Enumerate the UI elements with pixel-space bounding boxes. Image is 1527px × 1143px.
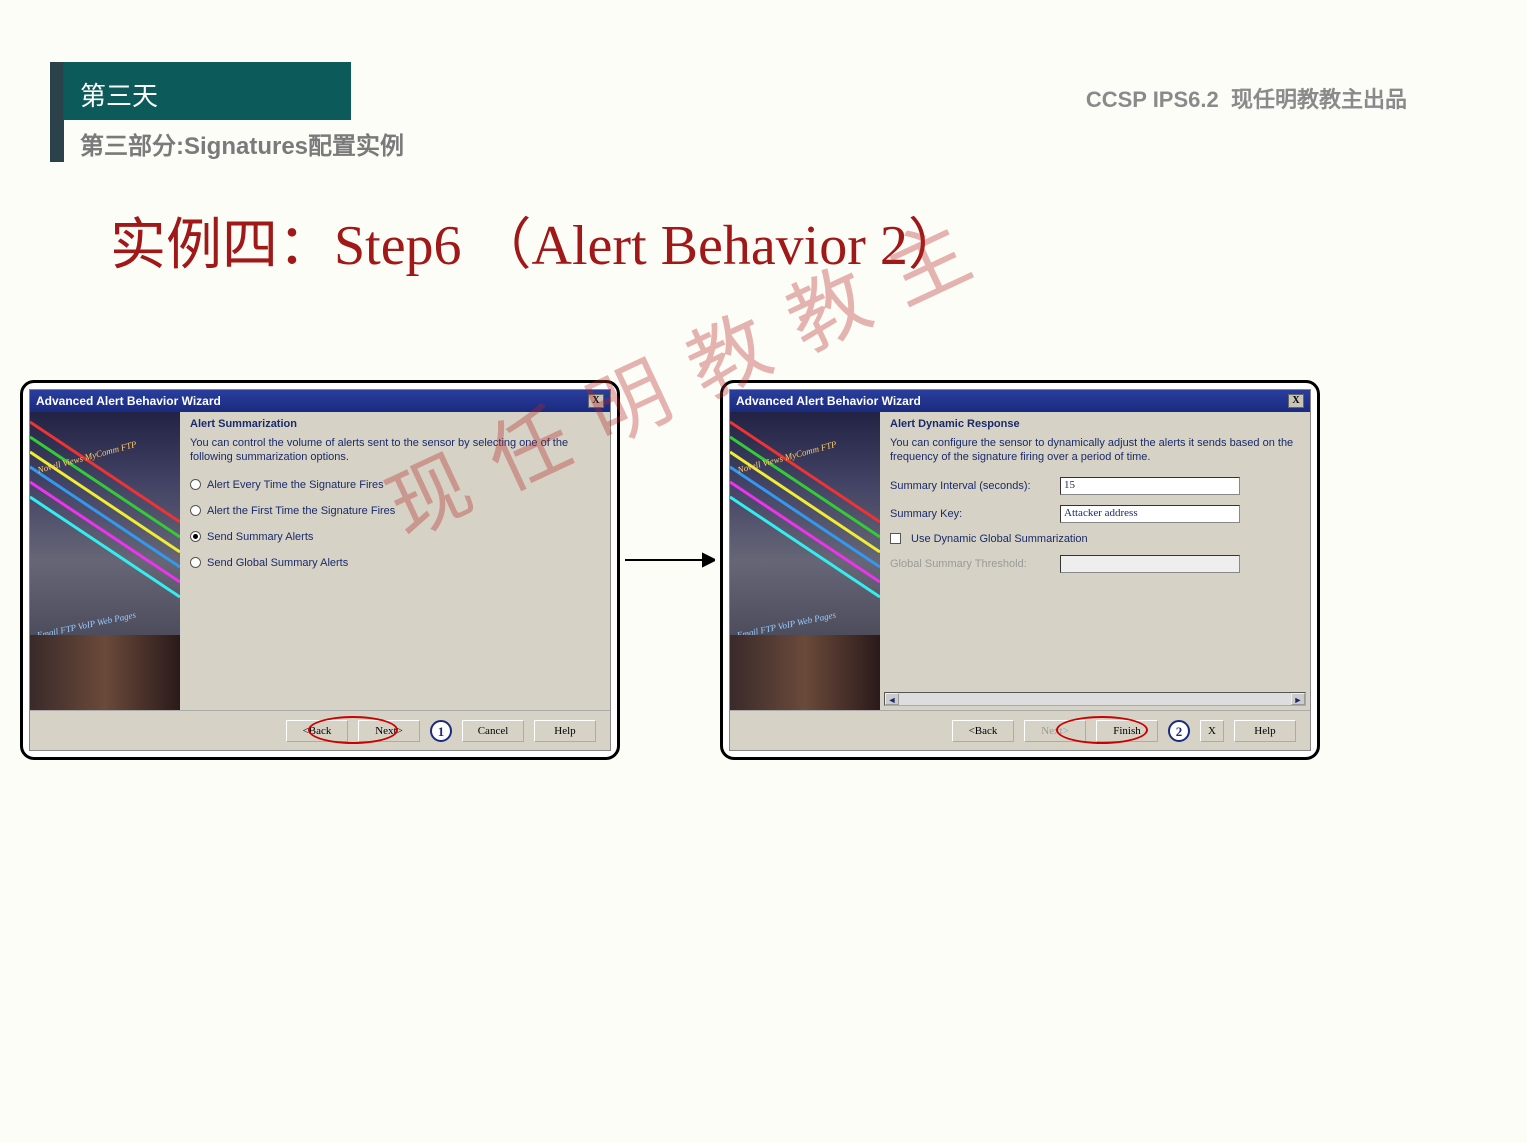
interval-label: Summary Interval (seconds): xyxy=(890,480,1050,492)
threshold-label: Global Summary Threshold: xyxy=(890,558,1050,570)
opt-label: Alert the First Time the Signature Fires xyxy=(207,505,395,517)
threshold-row: Global Summary Threshold: xyxy=(890,555,1300,573)
threshold-input xyxy=(1060,555,1240,573)
arrow-icon xyxy=(625,550,715,570)
screenshot-right: Advanced Alert Behavior Wizard X Novell … xyxy=(720,380,1320,760)
radio-icon xyxy=(190,505,201,516)
cancel-x-button[interactable]: X xyxy=(1200,720,1224,742)
wizard-panel: Alert Summarization You can control the … xyxy=(180,412,610,710)
summary-key-row: Summary Key: Attacker address xyxy=(890,505,1300,523)
wizard-dialog-left: Advanced Alert Behavior Wizard X Novell … xyxy=(29,389,611,751)
side-photo xyxy=(30,635,180,710)
part-label: 第三部分:Signatures配置实例 xyxy=(80,126,404,161)
finish-button[interactable]: Finish xyxy=(1096,720,1158,742)
use-dynamic-row[interactable]: Use Dynamic Global Summarization xyxy=(890,533,1300,545)
radio-icon xyxy=(190,557,201,568)
summary-interval-row: Summary Interval (seconds): 15 xyxy=(890,477,1300,495)
next-button: Next> xyxy=(1024,720,1086,742)
wizard-side-image: Novell Views MyComm FTP Email FTP VoIP W… xyxy=(30,412,180,710)
help-button[interactable]: Help xyxy=(534,720,596,742)
course-author: CCSP IPS6.2 现任明教教主出品 xyxy=(1086,82,1407,114)
interval-input[interactable]: 15 xyxy=(1060,477,1240,495)
scroll-right-icon[interactable]: ► xyxy=(1291,693,1305,705)
opt-send-summary[interactable]: Send Summary Alerts xyxy=(190,531,600,543)
day-label: 第三天 xyxy=(80,76,158,113)
scroll-left-icon[interactable]: ◄ xyxy=(885,693,899,705)
close-icon[interactable]: X xyxy=(1288,394,1304,408)
titlebar: Advanced Alert Behavior Wizard X xyxy=(730,390,1310,412)
button-bar: <Back Next> Finish 2 X Help xyxy=(730,710,1310,750)
button-bar: <Back Next> 1 Cancel Help xyxy=(30,710,610,750)
cancel-button[interactable]: Cancel xyxy=(462,720,524,742)
window-title: Advanced Alert Behavior Wizard xyxy=(36,390,221,412)
panel-title: Alert Dynamic Response xyxy=(890,418,1300,430)
opt-alert-every[interactable]: Alert Every Time the Signature Fires xyxy=(190,479,600,491)
callout-1: 1 xyxy=(430,720,452,742)
opt-label: Send Summary Alerts xyxy=(207,531,313,543)
opt-label: Send Global Summary Alerts xyxy=(207,557,348,569)
radio-icon xyxy=(190,531,201,542)
slide-title: 实例四：Step6 （Alert Behavior 2） xyxy=(110,200,964,281)
horizontal-scrollbar[interactable]: ◄ ► xyxy=(884,692,1306,706)
radio-icon xyxy=(190,479,201,490)
panel-title: Alert Summarization xyxy=(190,418,600,430)
side-photo xyxy=(730,635,880,710)
screenshot-left: Advanced Alert Behavior Wizard X Novell … xyxy=(20,380,620,760)
opt-label: Alert Every Time the Signature Fires xyxy=(207,479,384,491)
course-code: CCSP IPS6.2 xyxy=(1086,87,1219,112)
key-select[interactable]: Attacker address xyxy=(1060,505,1240,523)
help-button[interactable]: Help xyxy=(1234,720,1296,742)
panel-desc: You can configure the sensor to dynamica… xyxy=(890,436,1300,465)
titlebar: Advanced Alert Behavior Wizard X xyxy=(30,390,610,412)
wizard-side-image: Novell Views MyComm FTP Email FTP VoIP W… xyxy=(730,412,880,710)
opt-alert-first[interactable]: Alert the First Time the Signature Fires xyxy=(190,505,600,517)
callout-2: 2 xyxy=(1168,720,1190,742)
next-button[interactable]: Next> xyxy=(358,720,420,742)
back-button[interactable]: <Back xyxy=(952,720,1014,742)
close-icon[interactable]: X xyxy=(588,394,604,408)
checkbox-icon xyxy=(890,533,901,544)
window-title: Advanced Alert Behavior Wizard xyxy=(736,390,921,412)
accent-side-bar xyxy=(50,62,64,162)
use-dynamic-label: Use Dynamic Global Summarization xyxy=(911,533,1088,545)
opt-send-global[interactable]: Send Global Summary Alerts xyxy=(190,557,600,569)
panel-desc: You can control the volume of alerts sen… xyxy=(190,436,600,465)
wizard-panel: Alert Dynamic Response You can configure… xyxy=(880,412,1310,710)
author-label: 现任明教教主出品 xyxy=(1231,87,1407,112)
key-label: Summary Key: xyxy=(890,508,1050,520)
back-button[interactable]: <Back xyxy=(286,720,348,742)
wizard-dialog-right: Advanced Alert Behavior Wizard X Novell … xyxy=(729,389,1311,751)
